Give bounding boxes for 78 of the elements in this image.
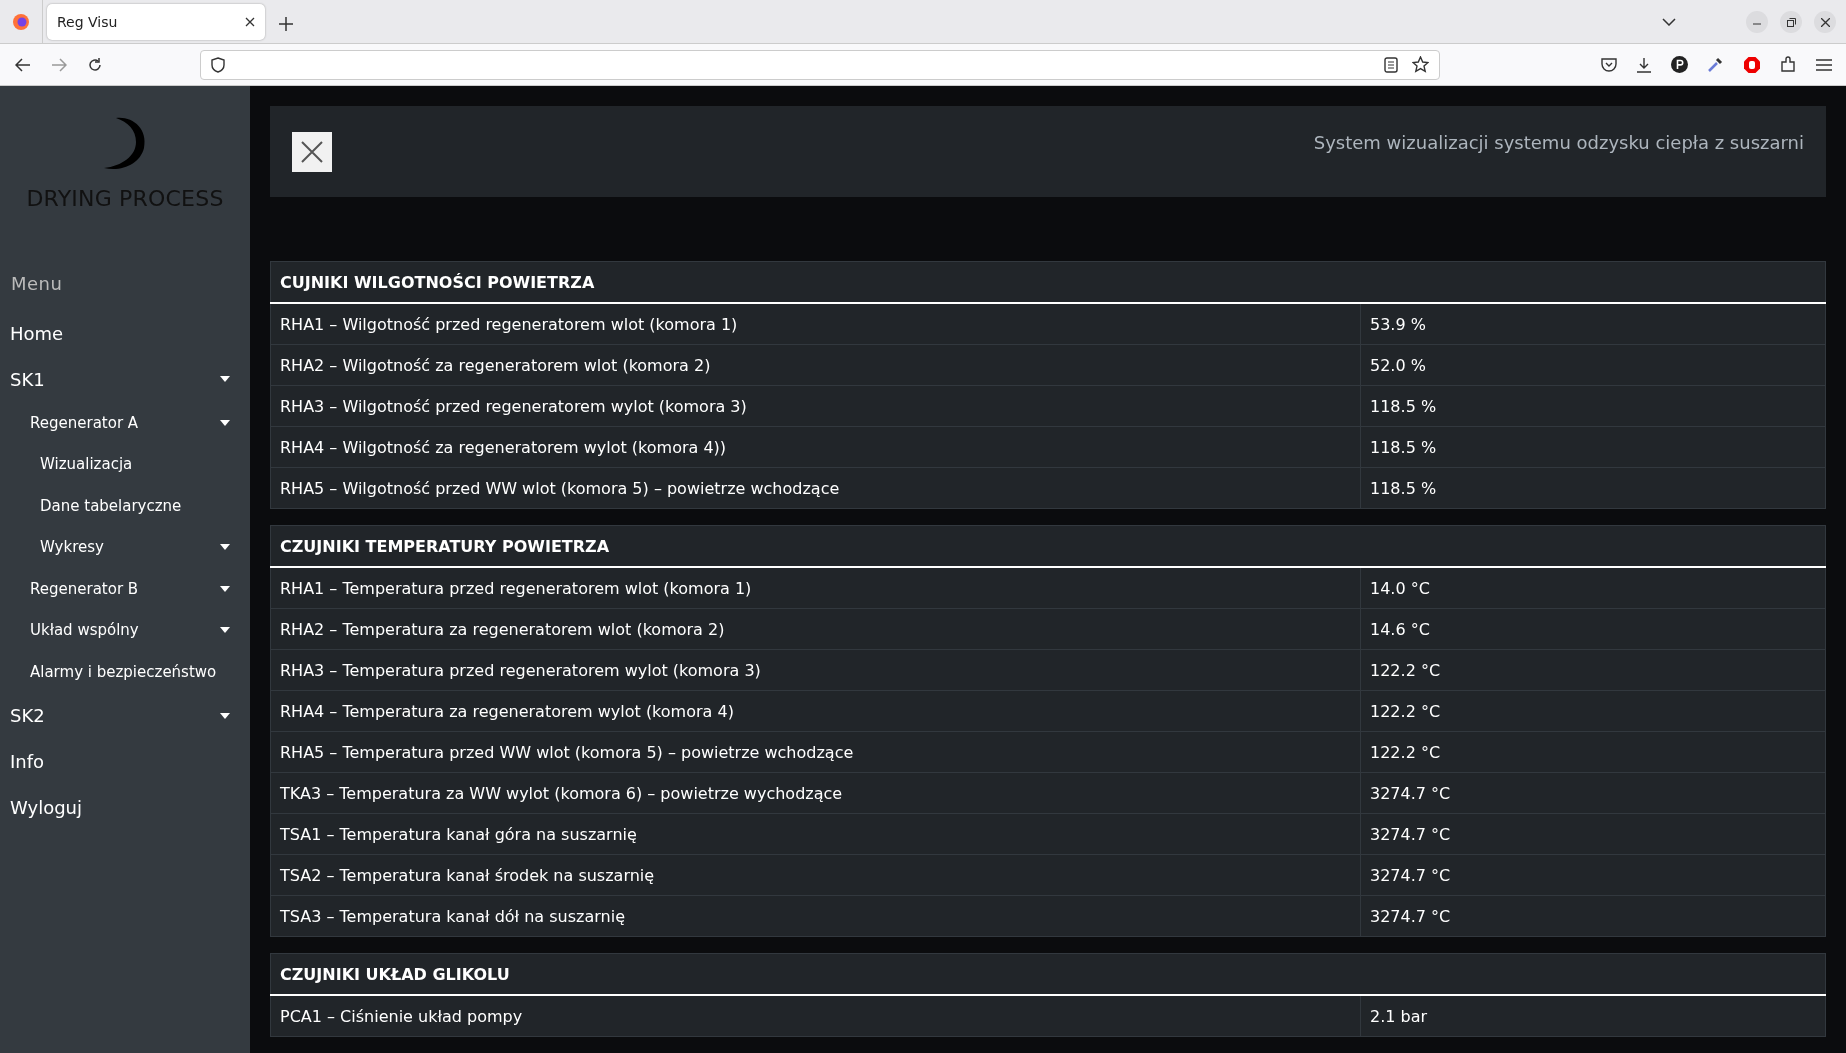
caret-icon [220,376,230,382]
browser-logo-icon [12,12,30,31]
sensor-name-cell: RHA3 – Wilgotność przed regeneratorem wylot (komora 3) [270,385,1361,427]
sensor-value-cell: 14.0 °C [1360,567,1826,609]
browser-tab[interactable]: Reg Visu [47,4,265,40]
star-icon[interactable] [1412,56,1429,73]
sensor-name-cell: TSA1 – Temperatura kanał góra na suszarnię [270,813,1361,855]
eyedropper-icon[interactable] [1707,56,1724,73]
menu-item[interactable]: Regenerator A [0,402,250,444]
sensor-value-cell: 2.1 bar [1360,995,1826,1037]
chevron-down-icon[interactable] [1662,18,1676,26]
table-heading: CUJNIKI WILGOTNOŚCI POWIETRZA [270,261,1826,303]
forward-icon[interactable] [51,57,67,72]
menu-heading: Menu [10,272,64,294]
sensor-name-cell: RHA1 – Temperatura przed regeneratorem wlot (komora 1) [270,567,1361,609]
close-icon [1820,17,1830,27]
puzzle-icon[interactable] [1780,56,1797,73]
close-button[interactable] [1814,11,1836,33]
sensor-value-cell: 3274.7 °C [1360,854,1826,896]
menu-item[interactable]: Układ wspólny [0,609,250,651]
sensor-value-cell: 3274.7 °C [1360,813,1826,855]
menu-item[interactable]: Info [0,738,250,785]
sensor-name-cell: TSA3 – Temperatura kanał dół na suszarnię [270,895,1361,937]
menu-item[interactable]: Dane tabelaryczne [0,485,250,527]
sensor-value-cell: 3274.7 °C [1360,772,1826,814]
caret-icon [220,712,230,719]
menu-item[interactable]: Home [0,310,250,356]
menu-icon[interactable] [1816,58,1832,71]
reload-icon[interactable] [87,56,103,73]
restore-icon [1786,17,1796,27]
menu-item[interactable]: Alarmy i bezpieczeństwo [0,651,250,693]
menu-item[interactable]: SK2 [0,692,250,739]
reader-icon[interactable] [1384,56,1398,73]
pocket-icon[interactable] [1601,57,1617,72]
menu-item[interactable]: Wizualizacja [0,443,250,485]
minimize-button[interactable] [1746,11,1768,33]
sensor-value-cell: 52.0 % [1360,344,1826,386]
caret-icon [220,419,230,426]
sensor-value-cell: 118.5 % [1360,385,1826,427]
table-heading: CZUJNIKI TEMPERATURY POWIETRZA [270,525,1826,567]
menu-item[interactable]: Wyloguj [0,784,250,831]
sensor-value-cell: 53.9 % [1360,303,1826,345]
sensor-name-cell: RHA3 – Temperatura przed regeneratorem wylot (komora 3) [270,649,1361,691]
restore-button[interactable] [1780,11,1802,33]
table-heading: CZUJNIKI UKŁAD GLIKOLU [270,953,1826,995]
caret-icon [220,544,230,551]
sensor-name-cell: TSA2 – Temperatura kanał środek na suszarnię [270,854,1361,896]
sensor-value-cell: 118.5 % [1360,426,1826,468]
sensor-name-cell: TKA3 – Temperatura za WW wylot (komora 6) – powietrze wychodzące [270,772,1361,814]
header-subtitle: System wizualizacji systemu odzysku ciepła z suszarni [1313,132,1804,153]
sensor-name-cell: RHA4 – Temperatura za regeneratorem wylot (komora 4) [270,690,1361,732]
close-button[interactable] [292,131,332,172]
sensor-value-cell: 3274.7 °C [1360,895,1826,937]
shield-icon [211,56,225,73]
sensor-name-cell: PCA1 – Ciśnienie układ pompy [270,995,1361,1037]
menu-item[interactable]: SK1 [0,356,250,402]
back-icon[interactable] [15,57,31,72]
sensor-value-cell: 122.2 °C [1360,649,1826,691]
caret-icon [220,627,230,634]
caret-icon [220,585,230,592]
sensor-name-cell: RHA5 – Wilgotność przed WW wlot (komora 5) – powietrze wchodzące [270,467,1361,509]
download-icon[interactable] [1636,56,1652,73]
close-icon[interactable] [245,17,255,27]
close-icon [301,140,323,163]
sensor-value-cell: 118.5 % [1360,467,1826,509]
sensor-name-cell: RHA2 – Temperatura za regeneratorem wlot (komora 2) [270,608,1361,650]
sensor-name-cell: RHA5 – Temperatura przed WW wlot (komora 5) – powietrze wchodzące [270,731,1361,773]
sensor-name-cell: RHA2 – Wilgotność za regeneratorem wlot (komora 2) [270,344,1361,386]
sensor-value-cell: 14.6 °C [1360,608,1826,650]
menu-item[interactable]: Wykresy [0,526,250,568]
profile-icon[interactable] [1671,56,1688,73]
sensor-name-cell: RHA4 – Wilgotność za regeneratorem wylot (komora 4)) [270,426,1361,468]
sensor-value-cell: 122.2 °C [1360,690,1826,732]
plus-icon[interactable] [279,17,293,31]
sensor-value-cell: 122.2 °C [1360,731,1826,773]
stop-hand-icon[interactable] [1743,55,1761,74]
sensor-name-cell: RHA1 – Wilgotność przed regeneratorem wlot (komora 1) [270,303,1361,345]
menu-item[interactable]: Regenerator B [0,568,250,610]
